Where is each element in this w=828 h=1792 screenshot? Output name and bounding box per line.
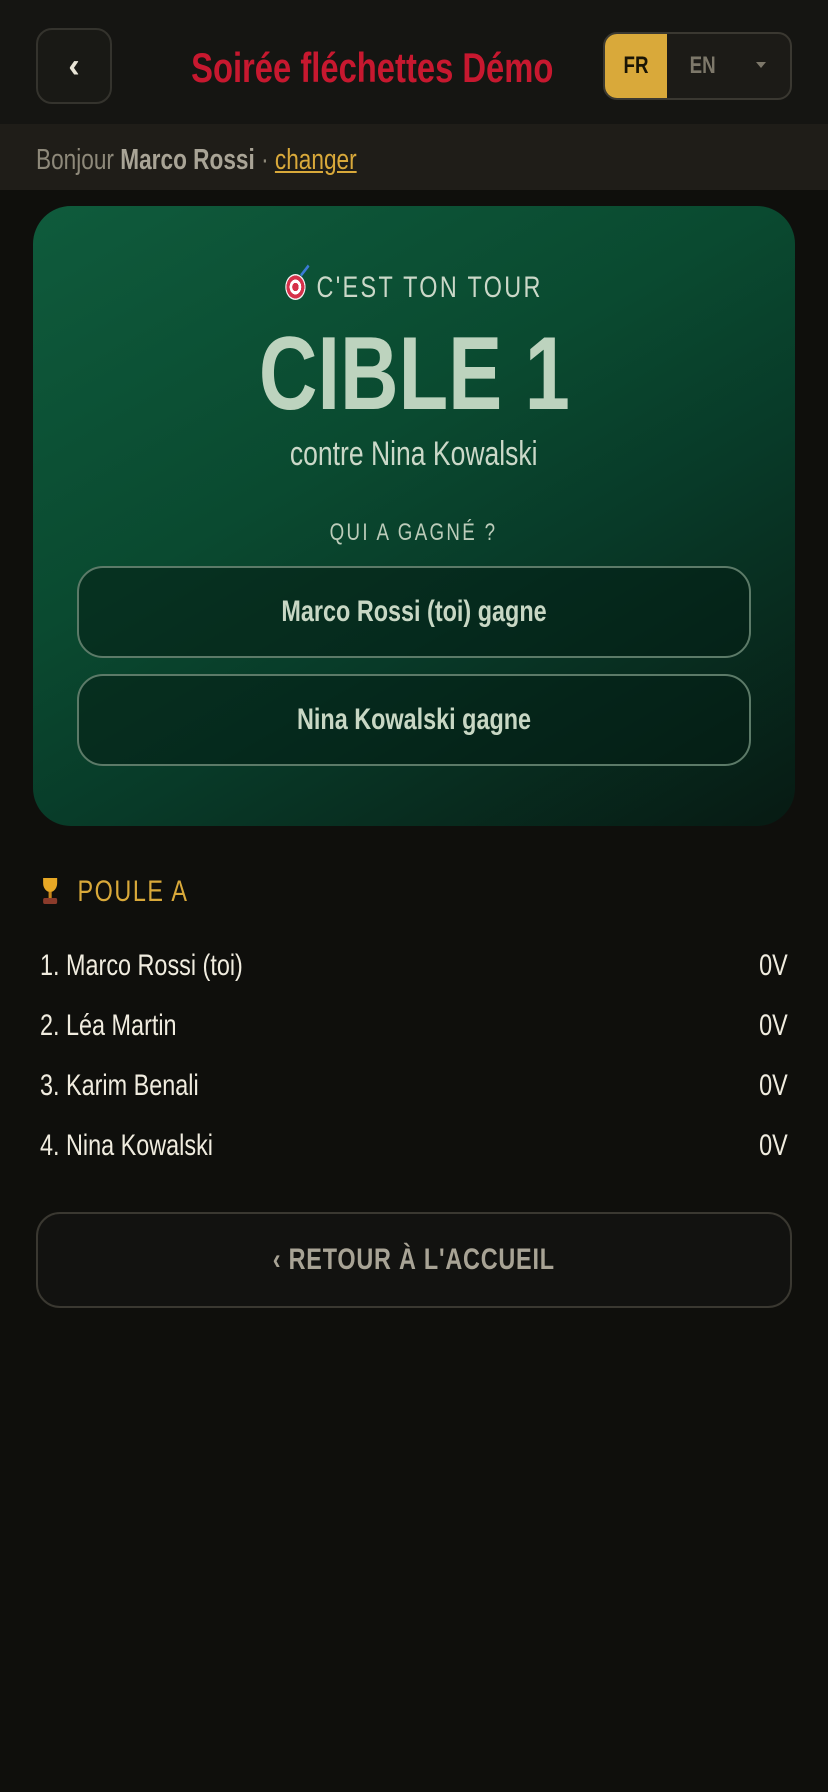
- greeting: Bonjour Marco Rossi · changer: [36, 140, 447, 180]
- user-name: Marco Rossi: [120, 144, 255, 176]
- caret-down-icon[interactable]: [756, 62, 766, 68]
- greeting-separator: ·: [261, 144, 269, 176]
- back-button[interactable]: ‹: [36, 28, 112, 104]
- lang-option-fr[interactable]: FR: [605, 34, 667, 98]
- chevron-left-icon: ‹: [68, 46, 80, 85]
- standing-row: 1. Marco Rossi (toi) 0V: [40, 944, 788, 988]
- standing-score: 0V: [759, 1069, 788, 1102]
- change-user-link[interactable]: changer: [275, 144, 357, 176]
- self-wins-button[interactable]: Marco Rossi (toi) gagne: [77, 566, 751, 658]
- standing-name: 3. Karim Benali: [40, 1069, 199, 1102]
- target-icon: [285, 274, 306, 300]
- top-bar: ‹ Soirée fléchettes Démo FR EN: [0, 0, 828, 124]
- opponent-wins-button[interactable]: Nina Kowalski gagne: [77, 674, 751, 766]
- target-title: CIBLE 1: [258, 316, 570, 432]
- turn-label: C'EST TON TOUR: [33, 268, 795, 308]
- greeting-prefix: Bonjour: [36, 144, 114, 176]
- standing-row: 2. Léa Martin 0V: [40, 1004, 788, 1048]
- standing-score: 0V: [759, 949, 788, 982]
- app-title: Soirée fléchettes Démo: [191, 44, 554, 91]
- turn-card: C'EST TON TOUR CIBLE 1 contre Nina Kowal…: [33, 206, 795, 826]
- standing-name: 4. Nina Kowalski: [40, 1129, 213, 1162]
- standing-score: 0V: [759, 1129, 788, 1162]
- standing-row: 3. Karim Benali 0V: [40, 1064, 788, 1108]
- opponent-text: contre Nina Kowalski: [290, 435, 538, 473]
- standing-score: 0V: [759, 1009, 788, 1042]
- winner-question: QUI A GAGNÉ ?: [330, 519, 498, 546]
- standing-row: 4. Nina Kowalski 0V: [40, 1124, 788, 1168]
- standing-name: 1. Marco Rossi (toi): [40, 949, 243, 982]
- language-switch[interactable]: FR EN: [603, 32, 792, 100]
- back-to-home-button[interactable]: ‹ RETOUR À L'ACCUEIL: [36, 1212, 792, 1308]
- trophy-icon: [40, 878, 60, 904]
- pool-title: POULE A: [40, 872, 230, 912]
- standing-name: 2. Léa Martin: [40, 1009, 177, 1042]
- lang-option-en[interactable]: EN: [667, 34, 739, 98]
